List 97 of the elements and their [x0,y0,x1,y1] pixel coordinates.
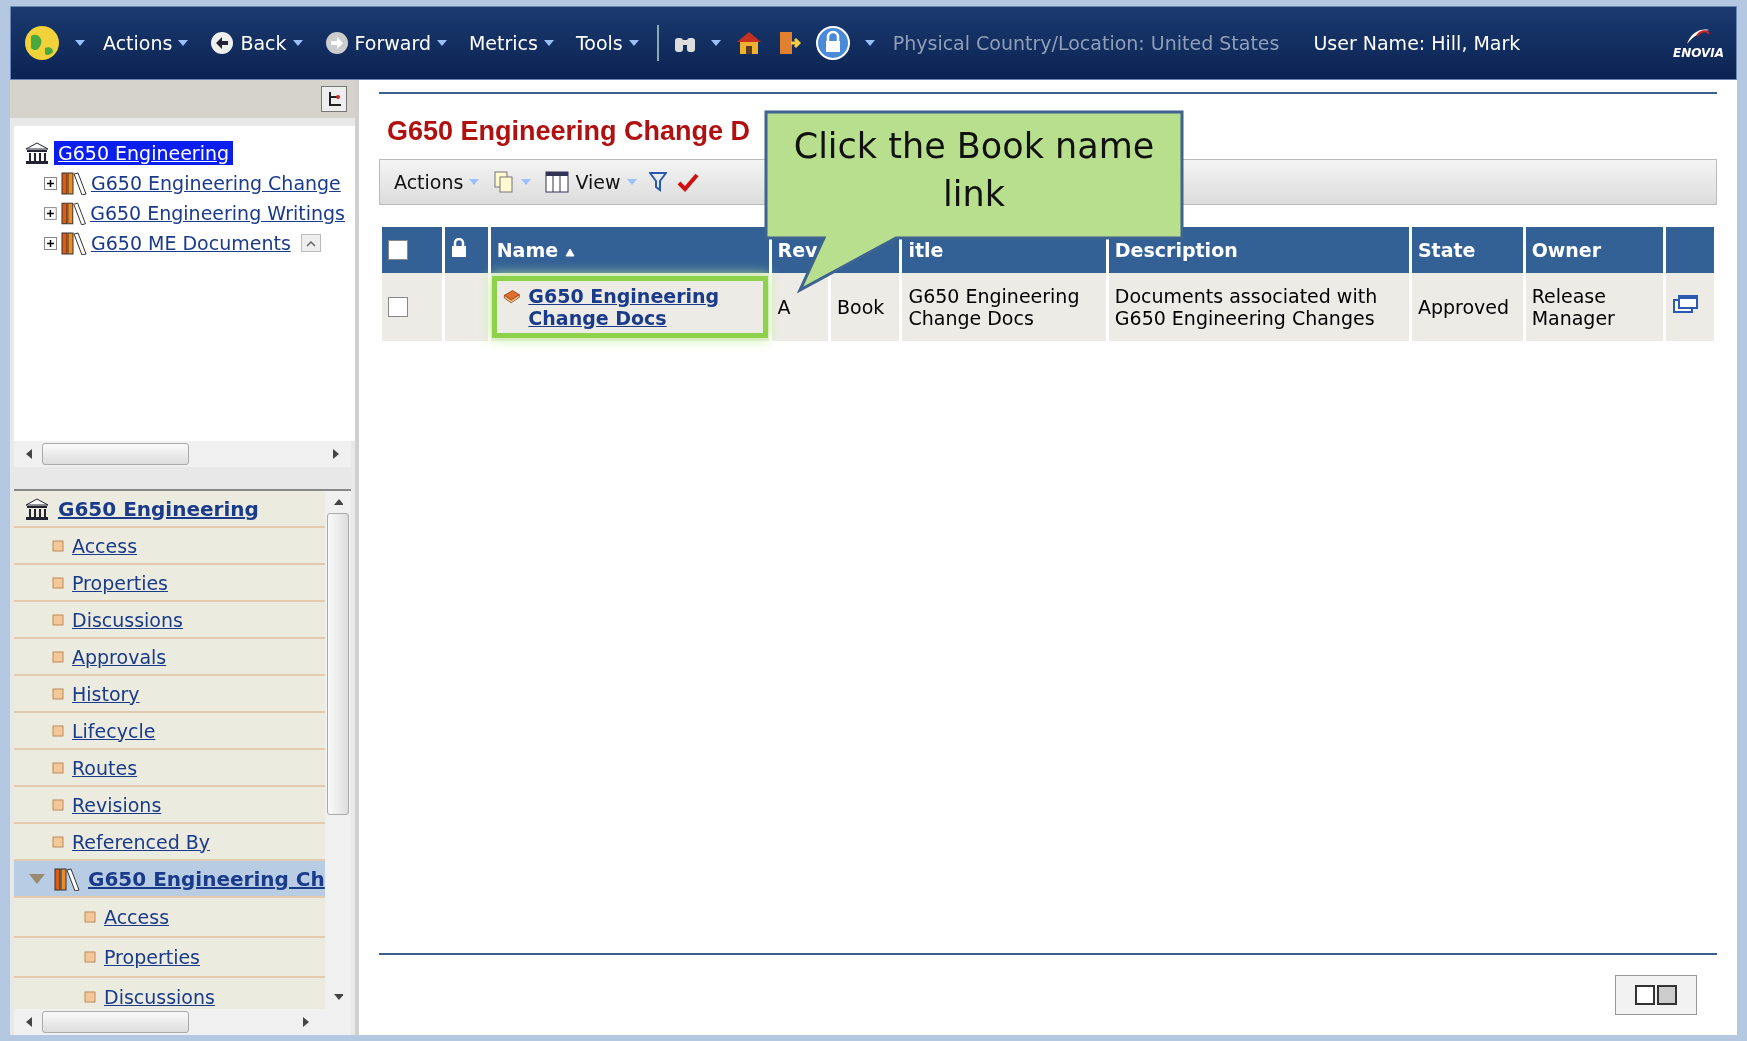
bullet-icon [52,650,64,663]
caret-icon [626,179,637,185]
caret-icon [178,40,189,46]
lock-icon[interactable] [814,25,851,61]
nav-item[interactable]: Revisions [72,793,162,816]
scroll-right-icon[interactable] [331,448,341,460]
table-cell: G650 Engineering Change Docs [902,273,1106,341]
expand-triangle-icon [28,872,46,885]
caret-icon [864,40,875,46]
user-name-label: User Name: Hill, Mark [1313,32,1521,54]
nav-item[interactable]: Access [104,906,170,928]
nav-item[interactable]: Properties [72,571,169,594]
bullet-icon [52,687,64,700]
books-icon [60,201,87,225]
scroll-left-icon[interactable] [24,448,34,460]
column-header[interactable]: Owner [1525,227,1663,273]
logo: ENOVIA [1672,26,1724,60]
row-checkbox[interactable] [388,297,408,317]
columns-icon [545,171,570,193]
actions-menu-button[interactable]: Actions [392,169,482,195]
menu-button[interactable]: Metrics [464,28,558,58]
books-icon [61,171,87,195]
nav-header-link[interactable]: G650 Engineering [58,496,259,521]
table-cell: Release Manager [1525,273,1663,341]
nav-section-link[interactable]: G650 Engineering Ch [88,866,325,891]
bullet-icon [84,951,96,963]
filter-icon[interactable] [648,171,667,193]
nav-item[interactable]: Referenced By [72,830,211,853]
vertical-scrollbar[interactable] [325,491,351,1009]
nav-item[interactable]: Routes [72,756,138,779]
tree-item[interactable]: G650 Engineering Change [91,172,341,194]
bullet-icon [52,835,64,848]
two-panes-icon [1634,984,1678,1006]
tree-icon [326,91,342,107]
plus-icon[interactable] [44,206,57,220]
menu-button[interactable]: Tools [571,28,643,58]
callout-text: Click the Book name link [792,125,1156,216]
nav-section[interactable]: G650 Engineering Ch [14,861,325,898]
tree-item[interactable]: G650 ME Documents [91,232,291,254]
lock-icon [451,238,468,258]
building-icon [24,141,50,165]
caret-icon [521,179,532,185]
plus-icon[interactable] [44,236,57,250]
globe-icon[interactable] [23,24,61,62]
caret-icon [710,40,721,46]
bullet-icon [84,911,96,923]
horizontal-scrollbar[interactable] [14,441,351,467]
collapse-button[interactable] [300,234,321,252]
layout-toggle-button[interactable] [1615,975,1697,1015]
chevron-up-icon [305,239,316,247]
bullet-icon [52,576,64,589]
windows-icon[interactable] [1671,294,1698,316]
bullet-icon [52,613,64,626]
table-cell: Approved [1411,273,1523,341]
table-cell: Documents associated with G650 Engineering Changes [1108,273,1409,341]
nav-item[interactable]: Lifecycle [72,719,156,742]
nav-item[interactable]: Approvals [72,645,167,668]
caret-icon [628,40,639,46]
nav-item[interactable]: Discussions [104,986,215,1008]
location-label: Physical Country/Location: United States [892,32,1280,54]
building-icon [24,496,50,521]
menu-button[interactable]: Back [206,27,307,59]
scroll-right-icon[interactable] [301,1016,311,1028]
column-header[interactable]: Name [490,227,769,273]
bullet-icon [84,991,96,1003]
nav-item[interactable]: Access [72,534,138,557]
caret-icon [469,179,480,185]
nav-item[interactable]: History [72,682,140,705]
menu-button[interactable]: Actions [99,28,193,58]
document-copy-icon [493,170,516,194]
books-icon [61,231,87,255]
nav-item[interactable]: Discussions [72,608,183,631]
table-cell: A [771,273,828,341]
plus-icon[interactable] [44,176,57,190]
tree-toggle-button[interactable] [321,86,347,112]
bullet-icon [52,798,64,811]
tree-item[interactable]: G650 Engineering Writings [90,202,345,224]
select-all-checkbox[interactable] [388,240,408,260]
checkmark-icon[interactable] [676,172,699,192]
scroll-left-icon[interactable] [24,1016,34,1028]
tree-item[interactable]: G650 Engineering [54,141,234,165]
menu-button[interactable]: Forward [320,27,451,59]
column-header[interactable]: State [1411,227,1523,273]
horizontal-scrollbar[interactable] [14,1009,351,1035]
caret-icon [75,40,85,46]
caret-icon [292,40,303,46]
caret-icon [543,40,554,46]
caret-icon [436,40,447,46]
bullet-icon [52,761,64,774]
bullet-icon [52,539,64,552]
books-icon [54,866,80,891]
view-menu-button[interactable]: View [543,169,639,195]
bullet-icon [52,724,64,737]
table-cell: Book [830,273,900,341]
column-header[interactable]: Description [1108,227,1409,273]
page-title: G650 Engineering Change D [387,116,751,147]
nav-item[interactable]: Properties [104,946,201,968]
